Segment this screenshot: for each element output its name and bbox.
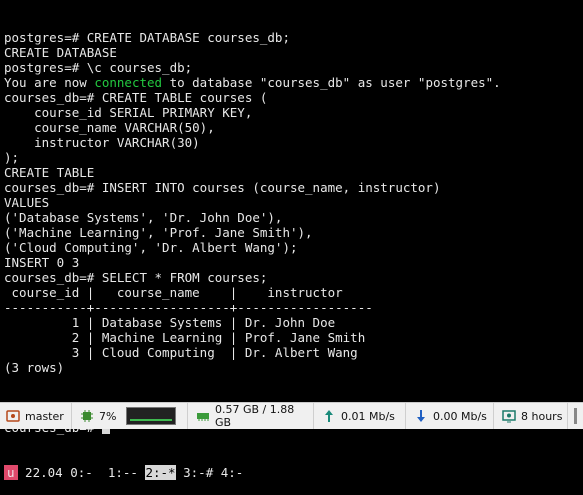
- cpu-graph: [126, 407, 177, 425]
- uptime-segment[interactable]: 8 hours: [494, 403, 568, 429]
- download-arrow-icon: [414, 409, 428, 423]
- memory-usage: 0.57 GB / 1.88 GB: [215, 403, 295, 429]
- download-speed: 0.00 Mb/s: [433, 409, 487, 423]
- tmux-windows-right[interactable]: 3:-# 4:-: [183, 465, 243, 480]
- tmux-status-line: u 22.04 0:- 1:-- 2:-* 3:-# 4:-: [4, 465, 583, 480]
- tmux-session[interactable]: u: [4, 465, 18, 480]
- terminal-line: course_id SERIAL PRIMARY KEY,: [4, 105, 253, 120]
- cpu-icon: [80, 409, 94, 423]
- terminal-line: course_name VARCHAR(50),: [4, 120, 215, 135]
- terminal-line: ('Cloud Computing', 'Dr. Albert Wang');: [4, 240, 298, 255]
- terminal-line: CREATE TABLE: [4, 165, 95, 180]
- terminal-line: VALUES: [4, 195, 50, 210]
- terminal-line: instructor VARCHAR(30): [4, 135, 200, 150]
- terminal-line: postgres=# \c courses_db;: [4, 60, 193, 75]
- terminal-line: 3 | Cloud Computing | Dr. Albert Wang: [4, 345, 358, 360]
- branch-segment[interactable]: master: [0, 403, 72, 429]
- uptime: 8 hours: [521, 409, 563, 423]
- terminal-line: CREATE DATABASE: [4, 45, 117, 60]
- terminal-line: courses_db=# INSERT INTO courses (course…: [4, 180, 441, 195]
- terminal-line: courses_db=# SELECT * FROM courses;: [4, 270, 268, 285]
- upload-arrow-icon: [322, 409, 336, 423]
- cpu-usage: 7%: [99, 409, 117, 423]
- terminal-line: postgres=# CREATE DATABASE courses_db;: [4, 30, 290, 45]
- terminal-line: course_id | course_name | instructor: [4, 285, 343, 300]
- terminal-line: courses_db=# CREATE TABLE courses (: [4, 90, 268, 105]
- terminal-line: ('Database Systems', 'Dr. John Doe'),: [4, 210, 283, 225]
- terminal-line: );: [4, 150, 20, 165]
- terminal[interactable]: postgres=# CREATE DATABASE courses_db; CR…: [4, 0, 583, 480]
- download-segment[interactable]: 0.00 Mb/s: [406, 403, 494, 429]
- cpu-segment[interactable]: 7%: [72, 403, 188, 429]
- terminal-line: 1 | Database Systems | Dr. John Doe: [4, 315, 336, 330]
- tmux-windows-left[interactable]: 22.04 0:- 1:--: [18, 465, 138, 480]
- highlighted-word: connected: [94, 75, 163, 90]
- status-bar: master 7% 0.57 GB / 1.88 GB 0.01 Mb/s 0.…: [0, 402, 583, 429]
- memory-segment[interactable]: 0.57 GB / 1.88 GB: [188, 403, 314, 429]
- upload-speed: 0.01 Mb/s: [341, 409, 395, 423]
- tmux-window-active[interactable]: 2:-*: [145, 465, 176, 480]
- terminal-line: -----------+------------------+---------…: [4, 300, 373, 315]
- overflow-icon: [574, 408, 577, 424]
- clock-monitor-icon: [502, 409, 516, 423]
- terminal-line: You are now connected to database "cours…: [4, 75, 583, 90]
- git-branch: master: [25, 409, 64, 423]
- terminal-line: 2 | Machine Learning | Prof. Jane Smith: [4, 330, 366, 345]
- repo-icon: [6, 409, 20, 423]
- overflow-segment[interactable]: [568, 403, 583, 429]
- terminal-output: postgres=# CREATE DATABASE courses_db; CR…: [4, 30, 583, 390]
- memory-icon: [196, 409, 210, 423]
- output-text: You are now: [4, 75, 95, 90]
- terminal-line: ('Machine Learning', 'Prof. Jane Smith')…: [4, 225, 313, 240]
- output-text: to database "courses_db" as user "postgr…: [162, 75, 501, 90]
- upload-segment[interactable]: 0.01 Mb/s: [314, 403, 406, 429]
- terminal-line: (3 rows): [4, 360, 65, 375]
- terminal-line: INSERT 0 3: [4, 255, 80, 270]
